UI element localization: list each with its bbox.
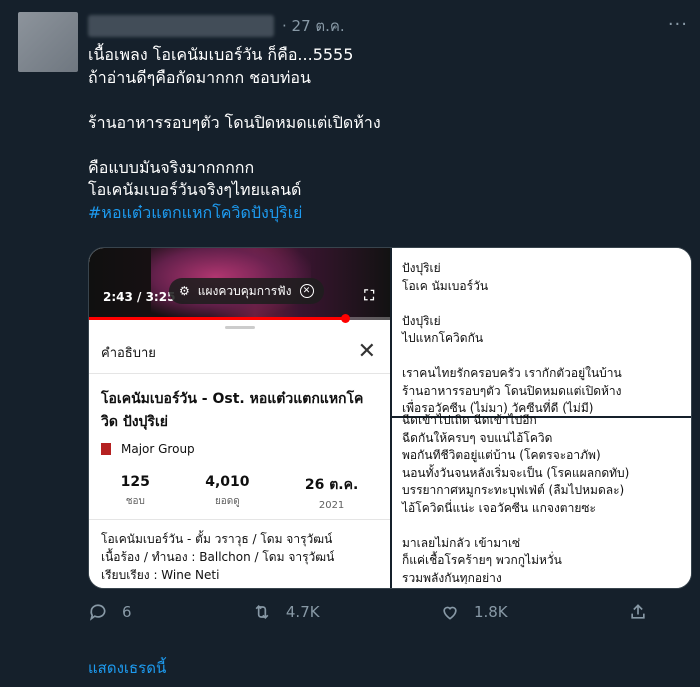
credits: โอเคนัมเบอร์วัน - ตั้ม วราวุธ / โดม จารุ…	[89, 520, 390, 588]
stat-value: 26 ต.ค.	[304, 477, 359, 493]
retweet-icon	[255, 604, 269, 620]
tweet-media[interactable]: 2:43 / 3:25 ⚙ แผงควบคุมการฟัง ✕ ⛶ คำอธิบ…	[88, 247, 692, 589]
video-title: โอเคนัมเบอร์วัน - Ost. หอแต๋วแตกแหกโควิด…	[101, 391, 364, 430]
like-button[interactable]: 1.8K	[440, 602, 508, 622]
stat-value: 125	[120, 474, 150, 490]
retweet-count: 4.7K	[285, 603, 320, 621]
lyrics-screenshot[interactable]: ปังปุริเย่ โอเค นัมเบอร์วัน ปังปุริเย่ ไ…	[390, 248, 691, 588]
credit-line: เนื้อร้อง / ทำนอง : Ballchon / โดม จารุว…	[101, 550, 335, 564]
more-options-button[interactable]: ···	[668, 14, 688, 35]
tweet-timestamp[interactable]: · 27 ต.ค.	[282, 14, 345, 38]
stat-label: 2021	[318, 500, 345, 511]
lyrics-part-1: ปังปุริเย่ โอเค นัมเบอร์วัน ปังปุริเย่ ไ…	[402, 261, 622, 415]
hashtag-link[interactable]: #หอแต๋วแตกแหกโควิดปังปุริเย่	[88, 203, 302, 222]
tweet-text: เนื้อเพลง โอเคนัมเบอร์วัน ก็คือ...5555 ถ…	[88, 44, 688, 224]
progress-fill	[89, 317, 345, 320]
close-icon[interactable]: ✕	[358, 341, 376, 363]
pill-label: แผงควบคุมการฟัง	[197, 283, 292, 298]
channel-logo-icon	[101, 443, 111, 455]
controls-icon: ⚙	[179, 284, 190, 298]
stat-date: 26 ต.ค. 2021	[305, 474, 358, 511]
video-progress-bar[interactable]	[89, 314, 390, 323]
stat-likes: 125 ชอบ	[121, 474, 150, 511]
channel-row[interactable]: Major Group	[89, 434, 390, 464]
credit-line: โอเคนัมเบอร์วัน - ตั้ม วราวุธ / โดม จารุ…	[101, 532, 333, 546]
reply-count: 6	[122, 603, 132, 621]
video-time: 2:43 / 3:25	[103, 290, 176, 304]
heart-icon	[443, 606, 457, 620]
video-stats: 125 ชอบ 4,010 ยอดดู 26 ต.ค. 2021	[89, 464, 390, 520]
credit-line: เรียบเรียง : Wine Neti	[101, 568, 220, 582]
show-thread-link[interactable]: แสดงเธรดนี้	[88, 656, 166, 680]
reply-icon	[89, 604, 106, 621]
reply-button[interactable]: 6	[88, 602, 132, 622]
fullscreen-icon[interactable]: ⛶	[364, 288, 374, 304]
channel-name: Major Group	[121, 442, 195, 456]
close-icon[interactable]: ✕	[299, 284, 314, 298]
stat-views: 4,010 ยอดดู	[205, 474, 249, 511]
stat-label: ยอดดู	[214, 496, 240, 507]
stat-label: ชอบ	[125, 496, 145, 507]
tweet-header: · 27 ต.ค.	[88, 14, 345, 38]
share-button[interactable]	[628, 602, 648, 622]
sheet-title: คำอธิบาย	[101, 345, 156, 361]
retweet-button[interactable]: 4.7K	[252, 602, 320, 622]
blurred-username[interactable]	[88, 15, 274, 37]
progress-handle[interactable]	[340, 314, 350, 323]
like-count: 1.8K	[473, 603, 508, 621]
youtube-screenshot[interactable]: 2:43 / 3:25 ⚙ แผงควบคุมการฟัง ✕ ⛶ คำอธิบ…	[89, 248, 390, 588]
tweet-body: เนื้อเพลง โอเคนัมเบอร์วัน ก็คือ...5555 ถ…	[88, 45, 381, 199]
stat-value: 4,010	[205, 474, 250, 490]
video-player[interactable]: 2:43 / 3:25 ⚙ แผงควบคุมการฟัง ✕ ⛶	[89, 248, 390, 323]
tweet-actions: 6 4.7K 1.8K	[88, 602, 648, 622]
share-icon	[631, 604, 645, 619]
avatar[interactable]	[18, 12, 78, 72]
lyrics-part-2: ฉีดเข้าไปเถิด ฉีดเข้าไปอีก ฉีดกันให้ครบๆ…	[402, 413, 630, 584]
sheet-header: คำอธิบาย ✕	[89, 329, 390, 374]
description-sheet: คำอธิบาย ✕ โอเคนัมเบอร์วัน - Ost. หอแต๋ว…	[89, 326, 390, 588]
listening-controls-pill[interactable]: ⚙ แผงควบคุมการฟัง ✕	[169, 278, 324, 304]
